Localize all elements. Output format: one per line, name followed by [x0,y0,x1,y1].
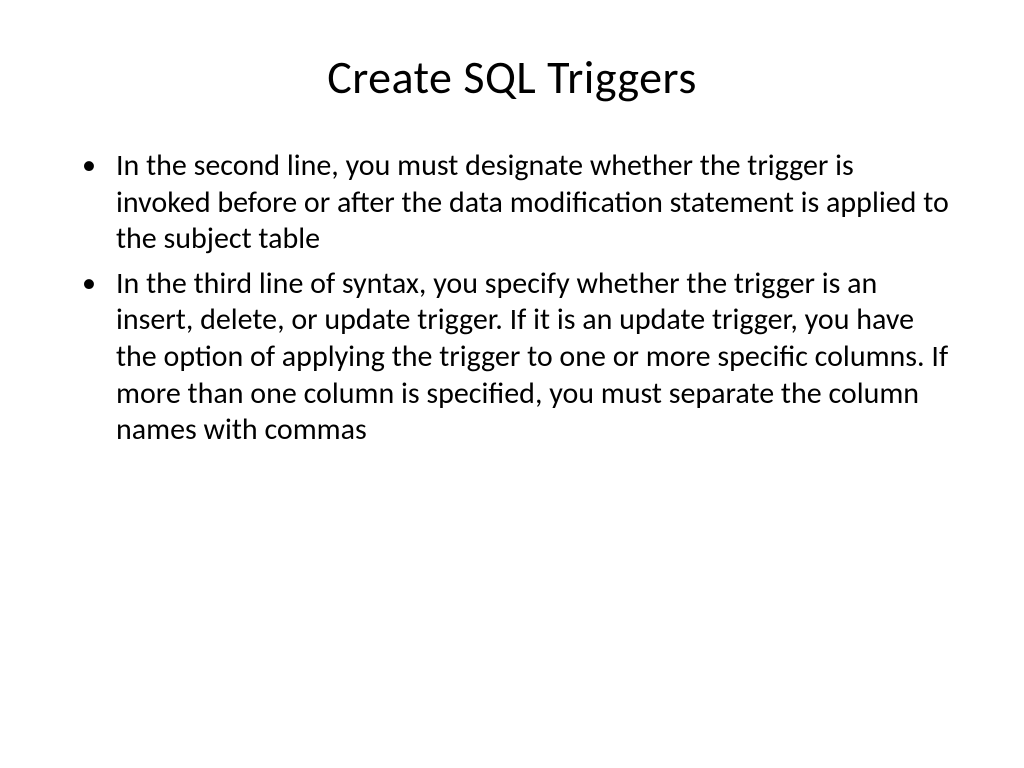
list-item: In the second line, you must designate w… [106,148,954,258]
bullet-list: In the second line, you must designate w… [106,148,954,449]
list-item: In the third line of syntax, you specify… [106,266,954,449]
slide-title: Create SQL Triggers [70,50,954,106]
slide-content: In the second line, you must designate w… [70,148,954,449]
